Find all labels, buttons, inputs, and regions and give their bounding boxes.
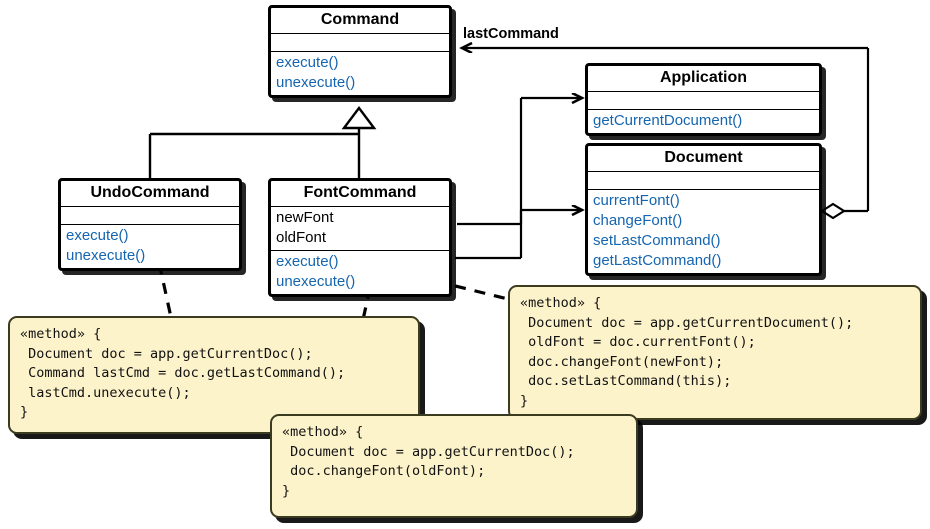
operation-execute[interactable]: execute() [66,226,234,246]
note-line: Document doc = app.getCurrentDoc(); [20,345,313,362]
operation-changefont[interactable]: changeFont() [593,211,814,231]
note-line: lastCmd.unexecute(); [20,384,191,401]
class-attributes-command [271,34,449,53]
operation-execute[interactable]: execute() [276,53,444,73]
class-name-application: Application [588,66,819,93]
note-line: «method» { [20,326,102,342]
note-line: doc.setLastCommand(this); [520,373,732,390]
attribute-newfont: newFont [276,209,334,227]
note-line: «method» { [520,295,602,311]
class-box-application[interactable]: Application getCurrentDocument() [585,63,822,137]
operation-getlastcommand[interactable]: getLastCommand() [593,251,814,271]
generalization-edges [148,106,377,178]
dependency-fontcommand-application [457,98,582,226]
operation-unexecute[interactable]: unexecute() [276,272,444,292]
class-box-fontcommand[interactable]: FontCommand newFont oldFont execute() un… [268,178,452,297]
note-line: Document doc = app.getCurrentDocument(); [520,314,854,331]
note-line: Document doc = app.getCurrentDoc(); [282,443,575,460]
operation-unexecute[interactable]: unexecute() [66,246,234,266]
class-operations-undocommand: execute() unexecute() [61,225,239,268]
class-attributes-application [588,92,819,111]
class-operations-application: getCurrentDocument() [588,110,819,133]
class-box-document[interactable]: Document currentFont() changeFont() setL… [585,143,822,276]
class-box-command[interactable]: Command execute() unexecute() [268,5,452,98]
class-operations-fontcommand: execute() unexecute() [271,251,449,294]
operation-getcurrentdocument[interactable]: getCurrentDocument() [593,111,814,131]
class-name-fontcommand: FontCommand [271,181,449,208]
operation-unexecute[interactable]: unexecute() [276,73,444,93]
note-line: doc.changeFont(newFont); [520,353,724,370]
class-name-command: Command [271,8,449,35]
note-line: } [520,392,529,409]
operation-setlastcommand[interactable]: setLastCommand() [593,231,814,251]
operation-execute[interactable]: execute() [276,252,444,272]
class-attributes-document [588,172,819,191]
attribute-oldfont: oldFont [276,229,327,247]
dependency-fontcommand-document [455,210,582,260]
uml-diagram-canvas: Command execute() unexecute() UndoComman… [0,0,930,529]
edge-label-lastcommand: lastCommand [463,26,559,42]
note-line: oldFont = doc.currentFont(); [520,334,756,351]
note-line: «method» { [282,424,364,440]
note-fontcommand-execute[interactable]: «method» { Document doc = app.getCurrent… [508,285,922,420]
class-attributes-fontcommand: newFont oldFont [271,207,449,251]
operation-currentfont[interactable]: currentFont() [593,191,814,211]
note-line: doc.changeFont(oldFont); [282,463,486,480]
class-operations-document: currentFont() changeFont() setLastComman… [588,190,819,272]
class-operations-command: execute() unexecute() [271,52,449,95]
note-fontcommand-unexecute[interactable]: «method» { Document doc = app.getCurrent… [270,414,638,518]
class-attributes-undocommand [61,207,239,226]
class-name-document: Document [588,146,819,173]
note-line: Command lastCmd = doc.getLastCommand(); [20,365,346,382]
class-name-undocommand: UndoCommand [61,181,239,208]
note-line: } [282,482,291,499]
class-box-undocommand[interactable]: UndoCommand execute() unexecute() [58,178,242,271]
